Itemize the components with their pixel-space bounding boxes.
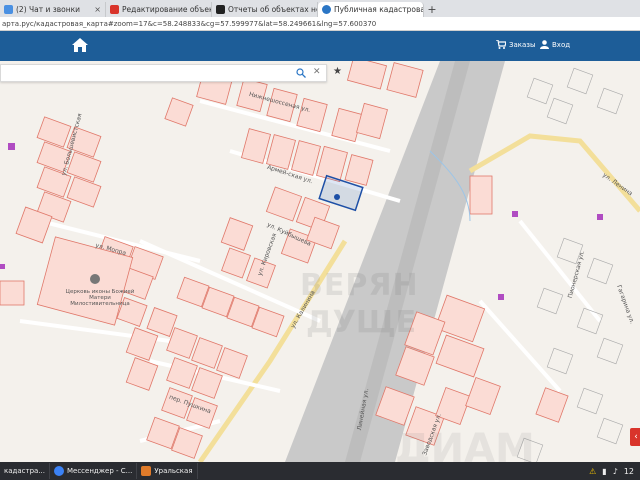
login-button[interactable]: Вход	[540, 40, 570, 49]
warning-icon[interactable]: ⚠	[589, 467, 596, 476]
church-icon	[90, 274, 100, 284]
site-icon	[110, 5, 119, 14]
clear-icon[interactable]: ✕	[313, 67, 321, 77]
user-icon	[540, 40, 549, 49]
orders-label: Заказы	[509, 40, 536, 49]
tab-label: Публичная кадастровая ка	[334, 5, 423, 14]
tab-label: (2) Чат и звонки	[16, 5, 81, 14]
tab-label: Отчеты об объектах недви	[228, 5, 317, 14]
login-label: Вход	[552, 40, 571, 49]
search-icon[interactable]	[296, 68, 306, 78]
browser-tab[interactable]: (2) Чат и звонки ×	[0, 2, 106, 17]
volume-icon[interactable]: ♪	[613, 467, 618, 476]
chevron-left-icon: ‹	[634, 432, 638, 442]
watermark: ДИАМ	[395, 426, 535, 462]
os-taskbar: кадастра... Мессенджер - С... Уральская …	[0, 462, 640, 480]
cadastral-map[interactable]: Нижнешоссеная ул. Армей-ская ул. ул. Бол…	[0, 61, 640, 462]
star-icon[interactable]: ★	[333, 66, 342, 77]
taskbar-item-label: кадастра...	[4, 467, 45, 475]
watermark: ВЕРЯН	[300, 268, 419, 303]
address-bar[interactable]: арта.рус/кадастровая_карта#zoom=17&c=58.…	[0, 17, 640, 31]
new-tab-button[interactable]: +	[424, 2, 440, 17]
site-icon	[322, 5, 331, 14]
screen: { "browser": { "tabs": [ {"label": "(2) …	[0, 0, 640, 480]
cloud-icon	[4, 5, 13, 14]
site-header: Заказы Вход	[0, 31, 640, 61]
tab-label: Редактирование объекта Ав	[122, 5, 211, 14]
taskbar-item[interactable]: кадастра...	[0, 463, 50, 479]
browser-tab[interactable]: Отчеты об объектах недви ×	[212, 2, 318, 17]
search-bar: ✕	[0, 64, 327, 86]
network-icon[interactable]: ▮	[602, 467, 606, 476]
cart-icon	[496, 40, 506, 49]
orders-button[interactable]: Заказы	[496, 40, 536, 49]
site-icon	[216, 5, 225, 14]
messenger-icon	[53, 466, 64, 476]
home-icon[interactable]	[72, 38, 88, 52]
taskbar-item-label: Уральская	[154, 467, 193, 475]
system-tray: ⚠ ▮ ♪ 12	[589, 467, 640, 476]
feedback-button[interactable]: ‹	[630, 428, 640, 446]
parcel-outlines	[516, 67, 624, 462]
watermark: ДУЩЕ	[306, 305, 417, 340]
browser-tab-bar: (2) Чат и звонки × Редактирование объект…	[0, 0, 640, 17]
folder-icon	[141, 466, 152, 476]
clock[interactable]: 12	[624, 467, 634, 476]
search-input[interactable]	[1, 69, 281, 86]
taskbar-item-label: Мессенджер - С...	[66, 467, 133, 475]
taskbar-item[interactable]: Мессенджер - С...	[50, 463, 138, 479]
browser-tab-active[interactable]: Публичная кадастровая ка ×	[318, 2, 424, 17]
browser-tab[interactable]: Редактирование объекта Ав ×	[106, 2, 212, 17]
church-label: Церковь иконы Божией Матери Милостивител…	[65, 289, 135, 307]
close-tab-icon[interactable]: ×	[91, 5, 101, 14]
taskbar-item[interactable]: Уральская	[137, 463, 198, 479]
map-canvas[interactable]	[0, 61, 640, 462]
